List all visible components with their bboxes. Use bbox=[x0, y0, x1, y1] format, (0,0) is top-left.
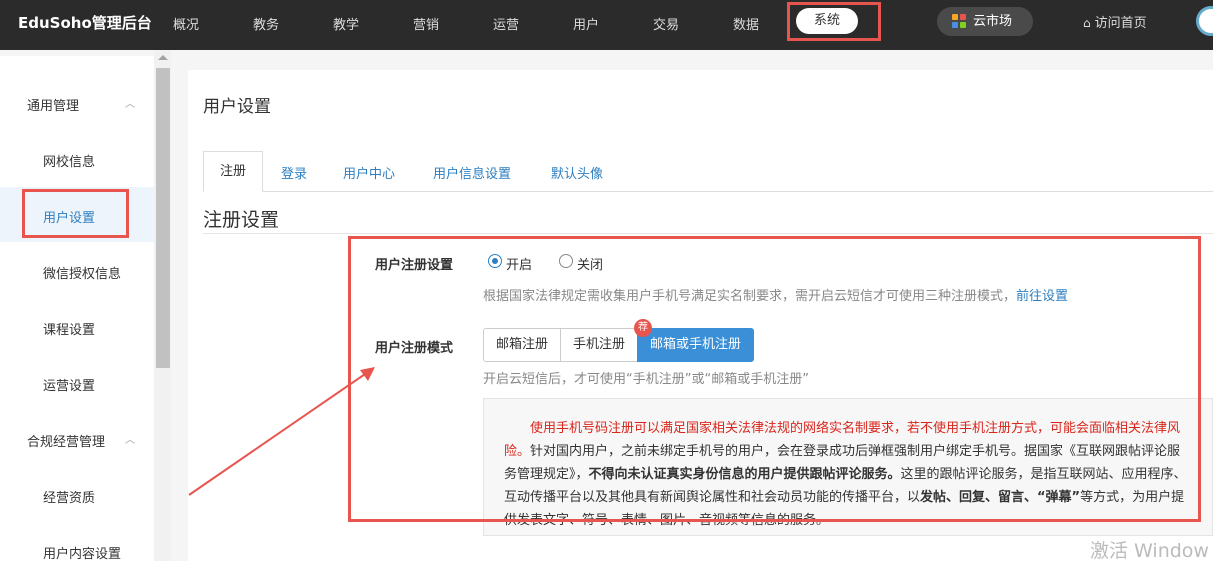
sidebar-item-operation-settings[interactable]: 运营设置 bbox=[43, 375, 95, 394]
scroll-up-arrow-icon[interactable] bbox=[158, 55, 168, 60]
sidebar-item-course-settings[interactable]: 课程设置 bbox=[43, 319, 95, 338]
sidebar-group-label: 合规经营管理 bbox=[27, 435, 106, 450]
visit-home-link[interactable]: ⌂ 访问首页 bbox=[1083, 12, 1147, 31]
sidebar-group-general[interactable]: 通用管理 ︿ bbox=[27, 95, 135, 114]
sidebar-item-wechat-auth[interactable]: 微信授权信息 bbox=[43, 263, 121, 282]
tab-user-info-settings[interactable]: 用户信息设置 bbox=[433, 163, 511, 182]
nav-trade[interactable]: 交易 bbox=[653, 14, 679, 33]
nav-data[interactable]: 数据 bbox=[733, 14, 759, 33]
highlight-box-sidebar bbox=[22, 189, 129, 238]
activate-windows-watermark: 激活 Window bbox=[1090, 540, 1209, 561]
cloud-market-button[interactable]: 云市场 bbox=[937, 7, 1033, 36]
sidebar-item-school-info[interactable]: 网校信息 bbox=[43, 151, 95, 170]
tab-default-avatar[interactable]: 默认头像 bbox=[551, 163, 603, 182]
sidebar bbox=[0, 56, 154, 561]
top-navbar: EduSoho管理后台 概况 教务 教学 营销 运营 用户 交易 数据 系统 云… bbox=[0, 0, 1213, 50]
sidebar-group-label: 通用管理 bbox=[27, 99, 80, 114]
page-title: 用户设置 bbox=[203, 97, 271, 117]
avatar[interactable] bbox=[1196, 6, 1213, 36]
grid-icon bbox=[952, 14, 967, 29]
visit-home-label: 访问首页 bbox=[1094, 16, 1147, 31]
nav-teaching[interactable]: 教学 bbox=[333, 14, 359, 33]
home-icon: ⌂ bbox=[1083, 16, 1091, 30]
tab-register[interactable]: 注册 bbox=[203, 151, 263, 192]
sidebar-scrollbar-thumb[interactable] bbox=[156, 68, 170, 368]
tabs-divider bbox=[203, 191, 1213, 192]
tab-login[interactable]: 登录 bbox=[281, 163, 307, 182]
nav-operations[interactable]: 运营 bbox=[493, 14, 519, 33]
section-divider bbox=[203, 233, 1213, 234]
sidebar-item-qualification[interactable]: 经营资质 bbox=[43, 487, 95, 506]
cloud-market-label: 云市场 bbox=[973, 14, 1013, 29]
sidebar-item-content-settings[interactable]: 用户内容设置 bbox=[43, 543, 121, 561]
nav-overview[interactable]: 概况 bbox=[173, 14, 199, 33]
sidebar-group-compliance[interactable]: 合规经营管理 ︿ bbox=[27, 431, 135, 450]
highlight-box-form bbox=[348, 236, 1201, 522]
nav-users[interactable]: 用户 bbox=[573, 14, 599, 33]
chevron-up-icon: ︿ bbox=[125, 435, 135, 446]
tab-user-center[interactable]: 用户中心 bbox=[343, 163, 395, 182]
brand-title[interactable]: EduSoho管理后台 bbox=[18, 12, 152, 33]
chevron-up-icon: ︿ bbox=[125, 99, 135, 110]
nav-academic[interactable]: 教务 bbox=[253, 14, 279, 33]
section-title: 注册设置 bbox=[203, 209, 280, 231]
highlight-box-nav bbox=[787, 2, 881, 41]
nav-marketing[interactable]: 营销 bbox=[413, 14, 439, 33]
